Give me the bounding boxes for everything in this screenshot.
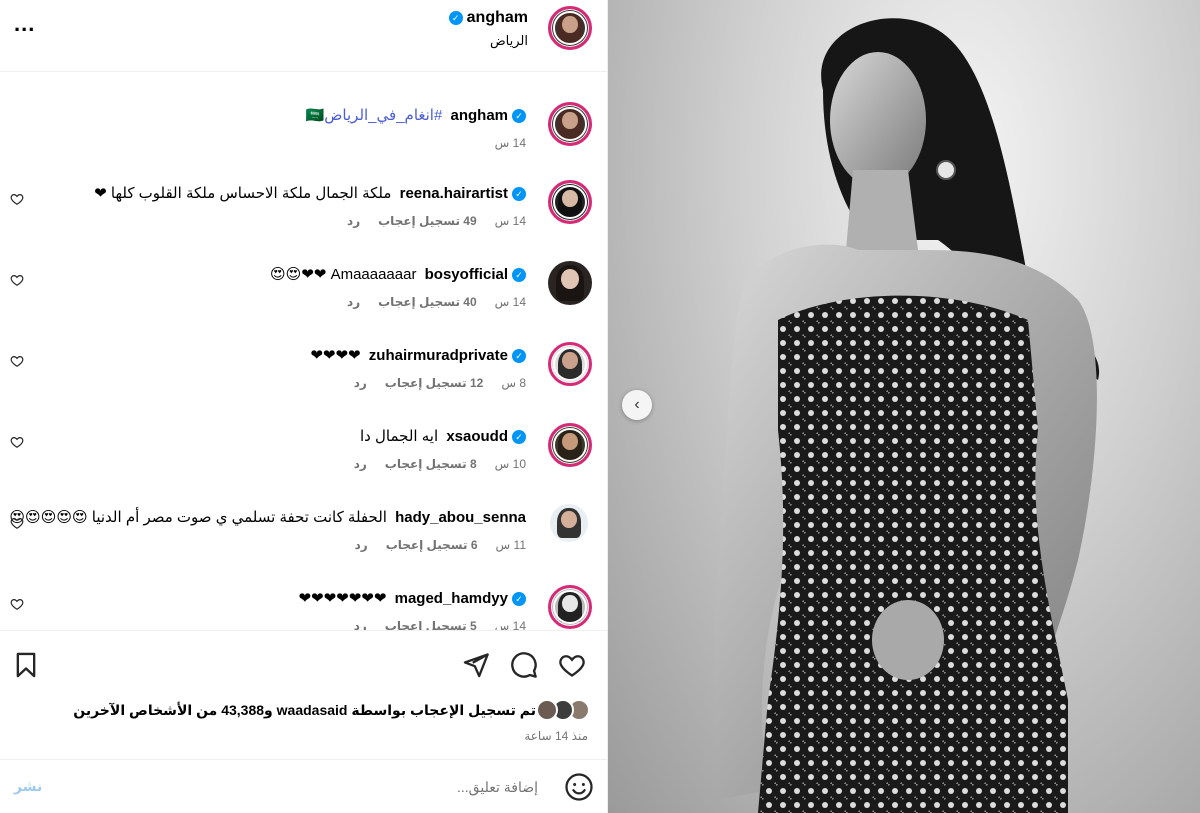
comment-item: hady_abou_senna الحفلة كانت تحفة تسلمي ي… bbox=[0, 498, 608, 578]
comments-list: angham ✓ #انغام_في_الرياض🇸🇦 14 س reena.h… bbox=[0, 72, 608, 630]
comment-likes[interactable]: 40 تسجيل إعجاب bbox=[378, 295, 477, 309]
comment-text: ملكة الجمال ملكة الاحساس ملكة القلوب كله… bbox=[94, 185, 392, 202]
comment-username[interactable]: reena.hairartist bbox=[400, 184, 508, 204]
heart-icon[interactable] bbox=[10, 435, 24, 449]
heart-icon[interactable] bbox=[10, 597, 24, 611]
verified-icon: ✓ bbox=[512, 268, 526, 282]
reply-button[interactable]: رد bbox=[347, 214, 360, 228]
comment-username[interactable]: maged_hamdyy bbox=[395, 589, 508, 609]
caption-username[interactable]: angham bbox=[450, 106, 508, 126]
heart-icon[interactable] bbox=[10, 354, 24, 368]
comment-avatar[interactable] bbox=[548, 423, 592, 467]
comment-time[interactable]: 11 س bbox=[496, 538, 526, 552]
comment-avatar[interactable] bbox=[548, 180, 592, 224]
comment-username[interactable]: bosyofficial bbox=[425, 265, 508, 285]
comment-bubble-icon[interactable] bbox=[510, 651, 538, 679]
post-time[interactable]: منذ 14 ساعة bbox=[524, 729, 588, 743]
post-actions: تم تسجيل الإعجاب بواسطة waadasaid و43,38… bbox=[0, 630, 608, 813]
more-options-button[interactable]: ... bbox=[14, 11, 36, 36]
comment-item: reena.hairartist ✓ ملكة الجمال ملكة الاحس… bbox=[0, 174, 608, 254]
post-comment-button[interactable]: نشر bbox=[14, 778, 42, 795]
reply-button[interactable]: رد bbox=[354, 619, 367, 630]
verified-icon: ✓ bbox=[512, 430, 526, 444]
caption-time[interactable]: 14 س bbox=[495, 136, 526, 150]
caption-username-row[interactable]: angham ✓ bbox=[450, 106, 526, 126]
reply-button[interactable]: رد bbox=[355, 538, 368, 552]
verified-icon: ✓ bbox=[512, 109, 526, 123]
comment-username[interactable]: zuhairmuradprivate bbox=[369, 346, 508, 366]
comment-username[interactable]: hady_abou_senna bbox=[395, 508, 526, 528]
comment-avatar[interactable] bbox=[548, 261, 592, 305]
heart-icon[interactable] bbox=[10, 273, 24, 287]
comment-text: ❤❤❤❤❤❤❤ bbox=[298, 590, 387, 607]
liker-avatars[interactable] bbox=[536, 699, 590, 721]
caption-item: angham ✓ #انغام_في_الرياض🇸🇦 14 س bbox=[0, 96, 608, 176]
liker-avatar[interactable] bbox=[536, 699, 558, 721]
post-header: ... ✓ angham الرياض bbox=[0, 0, 608, 72]
comment-time[interactable]: 8 س bbox=[501, 376, 526, 390]
reply-button[interactable]: رد bbox=[354, 376, 367, 390]
bookmark-icon[interactable] bbox=[12, 651, 40, 679]
add-comment-bar: نشر bbox=[0, 759, 608, 813]
comment-likes[interactable]: 6 تسجيل إعجاب bbox=[386, 538, 478, 552]
reply-button[interactable]: رد bbox=[354, 457, 367, 471]
comment-time[interactable]: 14 س bbox=[495, 214, 526, 228]
reply-button[interactable]: رد bbox=[347, 295, 360, 309]
comment-item: zuhairmuradprivate ✓ ❤❤❤❤ 8 س 12 تسجيل إع… bbox=[0, 336, 608, 416]
emoji-smile-icon[interactable] bbox=[564, 772, 594, 802]
comment-input[interactable] bbox=[138, 774, 538, 800]
comment-username[interactable]: xsaoudd bbox=[446, 427, 508, 447]
comment-item: maged_hamdyy ✓ ❤❤❤❤❤❤❤ 14 س 5 تسجيل إعجاب… bbox=[0, 579, 608, 630]
comment-item: bosyofficial ✓ Amaaaaaaar ❤❤😍😍 14 س 40 تس… bbox=[0, 255, 608, 335]
verified-icon: ✓ bbox=[512, 187, 526, 201]
comment-avatar[interactable] bbox=[548, 585, 592, 629]
comments-panel: ... ✓ angham الرياض angham ✓ #انغام_في_ا bbox=[0, 0, 608, 813]
header-avatar[interactable] bbox=[548, 6, 592, 50]
comment-avatar[interactable] bbox=[548, 342, 592, 386]
comment-avatar[interactable] bbox=[550, 504, 588, 542]
comment-time[interactable]: 14 س bbox=[495, 295, 526, 309]
verified-icon: ✓ bbox=[512, 349, 526, 363]
comment-likes[interactable]: 8 تسجيل إعجاب bbox=[385, 457, 477, 471]
heart-icon[interactable] bbox=[10, 516, 24, 530]
header-user-info: ✓ angham الرياض bbox=[448, 8, 528, 49]
comment-time[interactable]: 10 س bbox=[495, 457, 526, 471]
post-photo-illustration bbox=[713, 18, 1100, 813]
comment-item: xsaoudd ✓ ايه الجمال دا 10 س 8 تسجيل إعجا… bbox=[0, 417, 608, 497]
likes-summary-text[interactable]: تم تسجيل الإعجاب بواسطة waadasaid و43,38… bbox=[73, 702, 536, 719]
paper-plane-icon[interactable] bbox=[462, 651, 490, 679]
comment-time[interactable]: 14 س bbox=[495, 619, 526, 630]
comment-likes[interactable]: 12 تسجيل إعجاب bbox=[385, 376, 484, 390]
post-photo[interactable]: ‹ bbox=[608, 0, 1200, 813]
comment-likes[interactable]: 49 تسجيل إعجاب bbox=[378, 214, 477, 228]
header-location[interactable]: الرياض bbox=[449, 33, 528, 49]
header-username-row[interactable]: ✓ angham bbox=[448, 9, 528, 27]
heart-icon[interactable] bbox=[10, 192, 24, 206]
more-options-label: ... bbox=[14, 11, 36, 36]
like-heart-icon[interactable] bbox=[558, 651, 586, 679]
verified-icon: ✓ bbox=[448, 11, 463, 25]
caption-avatar[interactable] bbox=[548, 102, 592, 146]
comment-likes[interactable]: 5 تسجيل إعجاب bbox=[385, 619, 477, 630]
likes-summary-row: تم تسجيل الإعجاب بواسطة waadasaid و43,38… bbox=[73, 699, 590, 721]
chevron-left-icon[interactable]: ‹ bbox=[622, 390, 652, 420]
verified-icon: ✓ bbox=[512, 592, 526, 606]
comment-text: الحفلة كانت تحفة تسلمي ي صوت مصر أم الدن… bbox=[9, 509, 387, 526]
caption-hashtag[interactable]: #انغام_في_الرياض🇸🇦 bbox=[306, 107, 443, 124]
comment-text: Amaaaaaaar ❤❤😍😍 bbox=[269, 266, 417, 283]
comment-text: ❤❤❤❤ bbox=[310, 347, 361, 364]
comment-text: ايه الجمال دا bbox=[360, 428, 439, 445]
header-username[interactable]: angham bbox=[467, 9, 528, 27]
